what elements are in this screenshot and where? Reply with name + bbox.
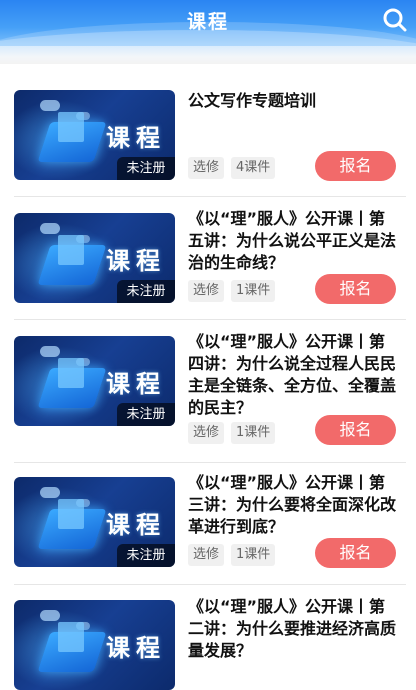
course-type-tag: 选修	[188, 422, 225, 444]
courseware-count-tag: 1课件	[231, 422, 276, 444]
header-separator	[0, 46, 416, 64]
course-title[interactable]: 《以“理”服人》公开课丨第三讲：为什么要将全面深化改革进行到底？	[188, 472, 400, 538]
course-type-tag: 选修	[188, 157, 225, 179]
course-thumbnail[interactable]: 课程 未注册	[14, 336, 175, 426]
page-title: 课程	[186, 11, 229, 33]
registration-status: 未注册	[117, 403, 175, 426]
enroll-button[interactable]: 报名	[315, 274, 396, 304]
course-type-tag: 选修	[188, 280, 225, 302]
thumbnail-label: 课程	[106, 247, 166, 275]
enroll-button[interactable]: 报名	[315, 415, 396, 445]
course-thumbnail[interactable]: 课程 未注册	[14, 213, 175, 303]
courseware-count-tag: 1课件	[231, 544, 276, 566]
registration-status: 未注册	[117, 157, 175, 180]
courseware-count-tag: 1课件	[231, 280, 276, 302]
divider	[14, 196, 406, 197]
registration-status: 未注册	[117, 280, 175, 303]
top-bar: 课程	[0, 0, 416, 46]
search-icon[interactable]	[382, 7, 408, 33]
course-title[interactable]: 《以“理”服人》公开课丨第四讲：为什么说全过程人民民主是全链条、全方位、全覆盖的…	[188, 331, 400, 419]
divider	[14, 319, 406, 320]
divider	[14, 584, 406, 585]
thumbnail-label: 课程	[106, 370, 166, 398]
course-thumbnail[interactable]: 课程 未注册	[14, 477, 175, 567]
course-title[interactable]: 公文写作专题培训	[188, 90, 400, 112]
thumbnail-label: 课程	[106, 511, 166, 539]
course-thumbnail[interactable]: 课程 未注册	[14, 90, 175, 180]
registration-status: 未注册	[117, 544, 175, 567]
thumbnail-label: 课程	[106, 124, 166, 152]
course-title[interactable]: 《以“理”服人》公开课丨第二讲：为什么要推进经济高质量发展？	[188, 596, 400, 662]
divider	[14, 462, 406, 463]
enroll-button[interactable]: 报名	[315, 538, 396, 568]
course-type-tag: 选修	[188, 544, 225, 566]
courseware-count-tag: 4课件	[231, 157, 276, 179]
course-title[interactable]: 《以“理”服人》公开课丨第五讲：为什么说公平正义是法治的生命线？	[188, 208, 400, 274]
enroll-button[interactable]: 报名	[315, 151, 396, 181]
course-thumbnail[interactable]: 课程	[14, 600, 175, 690]
thumbnail-label: 课程	[106, 634, 166, 662]
